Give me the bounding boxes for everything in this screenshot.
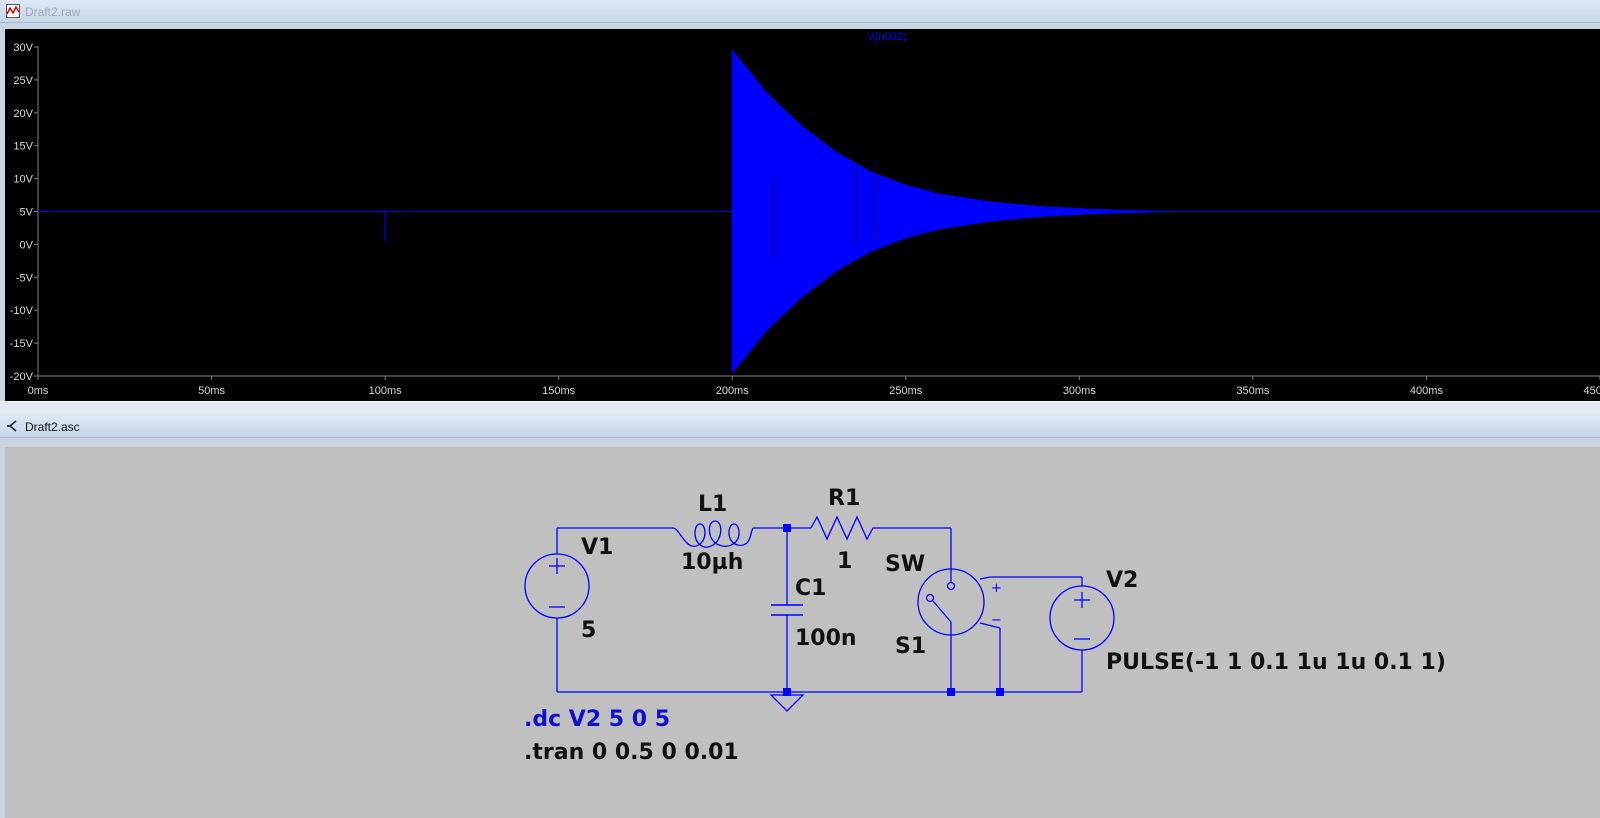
l1-inductor[interactable] xyxy=(672,520,754,548)
x-tick-label: 350ms xyxy=(1236,385,1270,397)
v2-name-label[interactable]: V2 xyxy=(1106,568,1138,593)
y-tick-label: 20V xyxy=(13,108,33,120)
c1-capacitor[interactable] xyxy=(771,604,803,616)
schematic-window-titlebar[interactable]: Draft2.asc xyxy=(0,415,1600,438)
v1-value-label[interactable]: 5 xyxy=(581,618,596,643)
c1-value-label[interactable]: 100n xyxy=(795,626,857,651)
schematic-app-icon xyxy=(7,420,17,432)
waveform-window-titlebar[interactable]: Draft2.raw xyxy=(0,0,1600,23)
x-tick-label: 50ms xyxy=(198,385,225,397)
s1-minus-sign: − xyxy=(991,613,1002,628)
schematic-window-title: Draft2.asc xyxy=(25,420,80,434)
wire[interactable] xyxy=(979,576,991,580)
s1-plus-sign: + xyxy=(991,581,1002,596)
y-tick-label: -5V xyxy=(16,272,34,284)
v1-voltage-source[interactable] xyxy=(524,553,590,619)
y-tick-label: 5V xyxy=(20,207,34,219)
junction-dot xyxy=(947,688,955,696)
y-tick-label: 15V xyxy=(13,141,33,153)
s1-name-label[interactable]: S1 xyxy=(895,634,926,659)
y-tick-label: 10V xyxy=(13,174,33,186)
y-tick-label: 0V xyxy=(20,239,34,251)
tran-directive[interactable]: .tran 0 0.5 0 0.01 xyxy=(524,740,739,765)
dc-directive[interactable]: .dc V2 5 0 5 xyxy=(524,707,670,732)
r1-name-label[interactable]: R1 xyxy=(828,486,860,511)
ground-symbol[interactable] xyxy=(769,694,805,712)
waveform-chart[interactable]: 30V 25V 20V 15V 10V 5V 0V -5V -10V -15V -20V 0ms 50m… xyxy=(5,29,1600,401)
junction-dot xyxy=(783,688,791,696)
junction-dot xyxy=(783,524,791,532)
s1-model-label[interactable]: SW xyxy=(885,552,925,577)
y-tick-label: -15V xyxy=(10,338,34,350)
y-tick-label: -20V xyxy=(10,371,34,383)
trace-title: V(n002) xyxy=(867,31,906,43)
waveform-window-title: Draft2.raw xyxy=(25,5,81,19)
x-tick-label: 450ms xyxy=(1583,385,1600,397)
x-tick-label: 300ms xyxy=(1063,385,1097,397)
v2-value-label[interactable]: PULSE(-1 1 0.1 1u 1u 0.1 1) xyxy=(1106,650,1446,675)
y-tick-label: -10V xyxy=(10,305,34,317)
x-tick-label: 400ms xyxy=(1410,385,1444,397)
junction-dot xyxy=(996,688,1004,696)
x-tick-label: 0ms xyxy=(28,385,49,397)
r1-value-label[interactable]: 1 xyxy=(837,549,852,574)
s1-voltage-controlled-switch[interactable] xyxy=(917,568,985,636)
y-tick-label: 30V xyxy=(13,42,33,54)
v2-voltage-source[interactable] xyxy=(1049,585,1115,651)
l1-name-label[interactable]: L1 xyxy=(698,492,727,517)
x-tick-label: 250ms xyxy=(889,385,923,397)
x-tick-label: 100ms xyxy=(369,385,403,397)
l1-value-label[interactable]: 10µh xyxy=(681,550,743,575)
schematic-drawing[interactable]: + − V1 5 L1 10µh R1 1 C1 100n SW S1 V2 P… xyxy=(5,447,1600,818)
x-tick-label: 200ms xyxy=(716,385,750,397)
y-tick-label: 25V xyxy=(13,75,33,87)
x-tick-label: 150ms xyxy=(542,385,576,397)
trace-ringing-envelope xyxy=(731,48,1167,375)
r1-resistor[interactable] xyxy=(810,515,877,541)
c1-name-label[interactable]: C1 xyxy=(795,576,826,601)
waveform-app-icon xyxy=(6,4,20,18)
schematic-canvas[interactable]: + − V1 5 L1 10µh R1 1 C1 100n SW S1 V2 P… xyxy=(5,447,1600,818)
waveform-plot[interactable]: 30V 25V 20V 15V 10V 5V 0V -5V -10V -15V -20V 0ms 50m… xyxy=(5,29,1600,401)
v1-name-label[interactable]: V1 xyxy=(581,535,613,560)
